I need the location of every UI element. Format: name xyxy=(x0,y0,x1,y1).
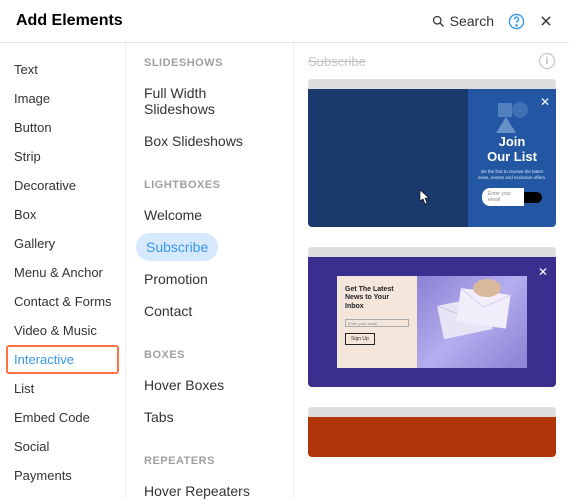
close-button[interactable] xyxy=(539,14,553,28)
search-button[interactable]: Search xyxy=(431,13,494,29)
preview-title-bar xyxy=(308,79,556,89)
panel-body: TextImageButtonStripDecorativeBoxGallery… xyxy=(0,43,569,499)
preview-title-bar xyxy=(308,407,556,417)
section-title: SLIDESHOWS xyxy=(126,57,293,77)
category-item[interactable]: Social xyxy=(0,432,125,461)
lightbox-preview-3[interactable] xyxy=(308,407,556,457)
category-item[interactable]: Button xyxy=(0,113,125,142)
category-item[interactable]: Video & Music xyxy=(0,316,125,345)
category-item[interactable]: Contact & Forms xyxy=(0,287,125,316)
subcategory-item[interactable]: Hover Boxes xyxy=(126,371,293,399)
category-item[interactable]: Box xyxy=(0,200,125,229)
preview-description: Be the first to receive the latest news,… xyxy=(476,169,548,181)
category-list: TextImageButtonStripDecorativeBoxGallery… xyxy=(0,43,126,499)
preview-email-form: Enter your email xyxy=(482,188,542,206)
preview-signup-button: Sign Up xyxy=(345,333,375,345)
envelopes-icon xyxy=(417,276,527,368)
section-title: BOXES xyxy=(126,349,293,369)
subcategory-item[interactable]: Promotion xyxy=(126,265,293,293)
preview-close-icon: ✕ xyxy=(538,265,548,279)
section-title: LIGHTBOXES xyxy=(126,179,293,199)
category-item[interactable]: Content Manager xyxy=(0,490,125,499)
category-item[interactable]: Embed Code xyxy=(0,403,125,432)
category-item[interactable]: Decorative xyxy=(0,171,125,200)
preview-title-bar xyxy=(308,247,556,257)
header-actions: Search xyxy=(431,13,553,30)
category-item[interactable]: Strip xyxy=(0,142,125,171)
subcategory-item[interactable]: Tabs xyxy=(126,403,293,431)
help-button[interactable] xyxy=(508,13,525,30)
preview-email-input: Enter your email xyxy=(345,319,409,327)
search-label: Search xyxy=(450,13,494,29)
close-icon xyxy=(539,14,553,28)
preview-close-icon: ✕ xyxy=(540,95,550,109)
help-icon xyxy=(508,13,525,30)
lightbox-preview-join-our-list[interactable]: ✕ JoinOur List Be the first to receive t… xyxy=(308,79,556,227)
panel-header: Add Elements Search xyxy=(0,0,569,43)
panel-title: Add Elements xyxy=(16,12,123,30)
subcategory-item[interactable]: Full Width Slideshows xyxy=(126,79,293,123)
section-title: REPEATERS xyxy=(126,455,293,475)
search-icon xyxy=(431,14,446,29)
category-item[interactable]: Payments xyxy=(0,461,125,490)
preview-column[interactable]: Subscribe i ✕ JoinOur List Be the first … xyxy=(294,43,569,499)
category-item[interactable]: Menu & Anchor xyxy=(0,258,125,287)
preview-image-envelopes xyxy=(417,276,527,368)
category-item[interactable]: Image xyxy=(0,84,125,113)
subcategory-item[interactable]: Box Slideshows xyxy=(126,127,293,155)
preview-email-input: Enter your email xyxy=(482,188,524,206)
lightbox-preview-latest-news[interactable]: ✕ Get The Latest News to Your Inbox Ente… xyxy=(308,247,556,387)
subcategory-item[interactable]: Hover Repeaters xyxy=(126,477,293,499)
subcategory-item[interactable]: Subscribe xyxy=(136,233,218,261)
category-item[interactable]: Gallery xyxy=(0,229,125,258)
info-icon[interactable]: i xyxy=(539,53,555,69)
preview-heading-truncated: Subscribe i xyxy=(308,53,555,69)
category-item[interactable]: List xyxy=(0,374,125,403)
geometric-shapes-icon xyxy=(492,99,532,133)
preview-submit-button xyxy=(524,192,542,203)
category-item[interactable]: Interactive xyxy=(6,345,119,374)
preview-title: Get The Latest News to Your Inbox xyxy=(345,286,409,311)
subcategory-list: SLIDESHOWSFull Width Slideshows Box Slide… xyxy=(126,43,294,499)
category-item[interactable]: Text xyxy=(0,55,125,84)
subcategory-item[interactable]: Contact xyxy=(126,297,293,325)
preview-title: JoinOur List xyxy=(487,134,537,165)
subcategory-item[interactable]: Welcome xyxy=(126,201,293,229)
